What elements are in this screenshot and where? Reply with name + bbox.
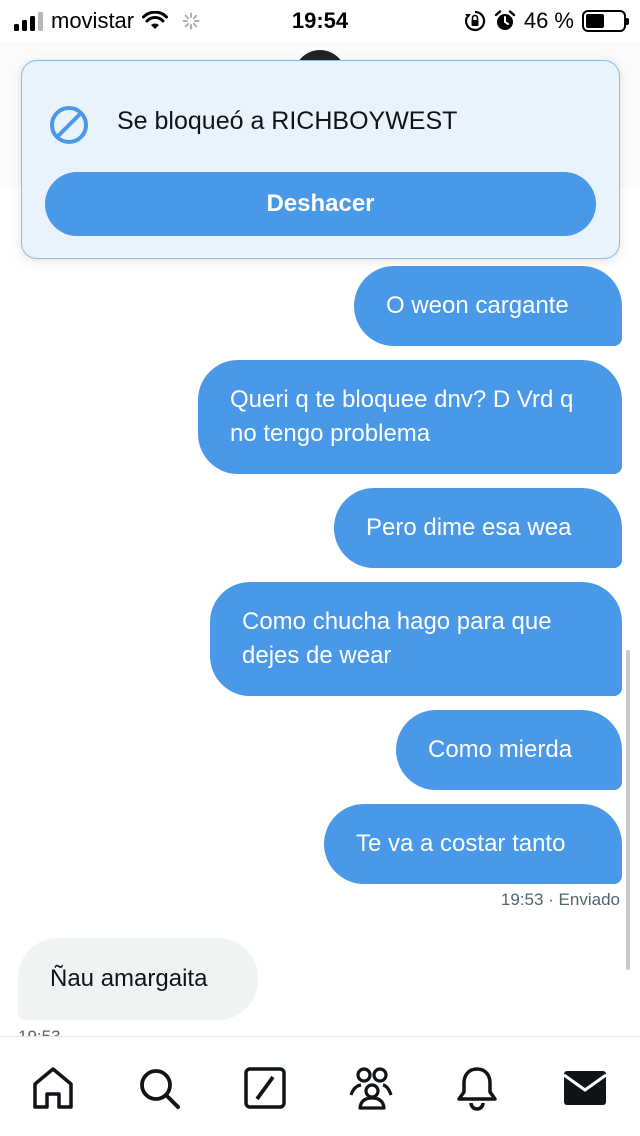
- message-text: Pero dime esa wea: [366, 514, 572, 541]
- search-icon[interactable]: [136, 1065, 182, 1111]
- status-bar: movistar 19:54 46 %: [0, 0, 640, 42]
- message-text: Ñau amargaita: [50, 965, 208, 992]
- message-text: Como mierda: [428, 736, 573, 763]
- orientation-lock-icon: [464, 10, 485, 32]
- scrollbar[interactable]: [626, 650, 630, 970]
- battery-icon: [582, 10, 629, 32]
- block-toast: Se bloqueó a RICHBOYWEST Deshacer: [21, 60, 620, 259]
- sent-message-meta: 19:53 · Enviado: [501, 890, 620, 910]
- message-bubble-sent[interactable]: O weon cargante: [354, 266, 622, 346]
- home-icon[interactable]: [30, 1065, 76, 1111]
- battery-percent: 46 %: [523, 8, 574, 33]
- message-text: O weon cargante: [386, 292, 569, 319]
- undo-button[interactable]: Deshacer: [45, 172, 596, 236]
- block-icon: [50, 106, 88, 144]
- bell-icon[interactable]: [454, 1065, 500, 1111]
- mail-icon[interactable]: [562, 1065, 608, 1111]
- compose-icon[interactable]: [242, 1065, 288, 1111]
- message-text: Queri q te bloquee dnv? D Vrd q no tengo…: [230, 386, 574, 447]
- received-message-time: 19:53: [18, 1026, 61, 1036]
- message-bubble-sent[interactable]: Como chucha hago para que dejes de wear: [210, 582, 622, 696]
- message-bubble-sent[interactable]: Como mierda: [396, 710, 622, 790]
- message-status: · Enviado: [548, 890, 620, 909]
- message-bubble-received[interactable]: Ñau amargaita: [18, 938, 258, 1020]
- bottom-nav: [0, 1036, 640, 1136]
- message-text: Te va a costar tanto: [356, 830, 566, 857]
- status-right: 46 %: [464, 8, 629, 34]
- message-bubble-sent[interactable]: Pero dime esa wea: [334, 488, 622, 568]
- message-bubble-sent[interactable]: Queri q te bloquee dnv? D Vrd q no tengo…: [198, 360, 622, 474]
- message-text: Como chucha hago para que dejes de wear: [242, 608, 552, 669]
- message-time: 19:53: [500, 890, 544, 909]
- toast-message: Se bloqueó a RICHBOYWEST: [117, 107, 458, 135]
- alarm-icon: [494, 10, 516, 30]
- message-bubble-sent[interactable]: Te va a costar tanto: [324, 804, 622, 884]
- communities-icon[interactable]: [348, 1065, 394, 1111]
